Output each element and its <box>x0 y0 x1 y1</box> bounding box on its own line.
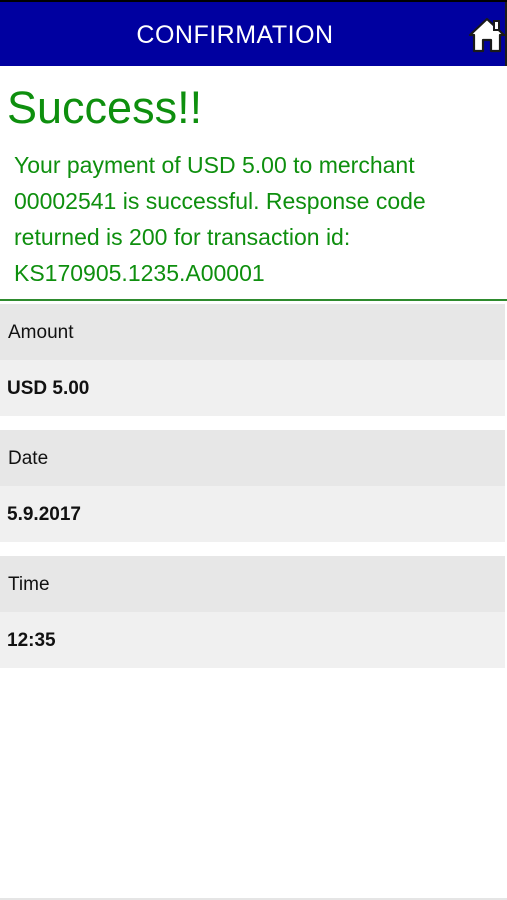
home-icon <box>468 17 506 53</box>
date-value: 5.9.2017 <box>0 486 505 542</box>
time-label: Time <box>0 556 505 612</box>
app-header: CONFIRMATION <box>0 2 507 66</box>
home-button[interactable] <box>468 16 506 54</box>
divider <box>0 299 507 301</box>
success-message: Your payment of USD 5.00 to merchant 000… <box>14 152 426 286</box>
amount-label: Amount <box>0 304 505 360</box>
page-title: CONFIRMATION <box>136 21 334 49</box>
date-label: Date <box>0 430 505 486</box>
time-value: 12:35 <box>0 612 505 668</box>
success-heading: Success!! <box>7 82 203 133</box>
amount-value: USD 5.00 <box>0 360 505 416</box>
